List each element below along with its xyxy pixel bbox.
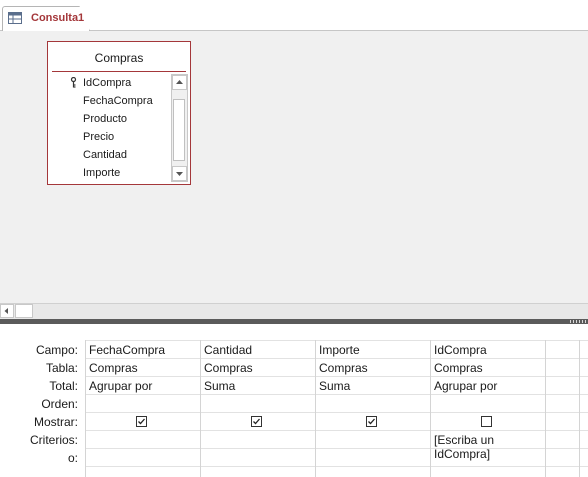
query-design-pane[interactable]: Compras IdCompra FechaCompra Producto Pr… <box>0 31 588 303</box>
criteria-input[interactable]: [Escriba un IdCompra] <box>434 433 546 461</box>
splitter-grip-icon <box>570 320 586 323</box>
cell-total[interactable]: Suma <box>319 379 350 393</box>
query-design-grid: Campo: Tabla: Total: Orden: Mostrar: Cri… <box>0 324 588 477</box>
checkmark-icon <box>253 418 260 425</box>
cell-campo[interactable]: Cantidad <box>204 343 252 357</box>
primary-key-icon <box>70 77 77 88</box>
row-label-total: Total: <box>49 379 78 393</box>
cell-campo[interactable]: Importe <box>319 343 360 357</box>
triangle-up-icon <box>176 80 183 84</box>
field-item[interactable]: Cantidad <box>83 149 127 161</box>
cell-campo[interactable]: FechaCompra <box>89 343 165 357</box>
field-item[interactable]: Producto <box>83 113 127 125</box>
query-design-icon <box>8 12 22 24</box>
row-label-orden: Orden: <box>41 397 78 411</box>
cell-tabla[interactable]: Compras <box>89 361 138 375</box>
field-list: IdCompra FechaCompra Producto Precio Can… <box>52 74 170 182</box>
tab-title: Consulta1 <box>31 12 85 24</box>
field-item[interactable]: IdCompra <box>83 77 131 89</box>
field-item[interactable]: FechaCompra <box>83 95 153 107</box>
checkmark-icon <box>138 418 145 425</box>
table-title: Compras <box>94 51 144 65</box>
cell-campo[interactable]: IdCompra <box>434 343 487 357</box>
document-tab-strip: Consulta1 <box>0 0 588 31</box>
cell-tabla[interactable]: Compras <box>434 361 483 375</box>
scroll-thumb[interactable] <box>15 304 33 318</box>
show-checkbox[interactable] <box>481 416 492 427</box>
row-label-criterios: Criterios: <box>29 433 78 447</box>
field-item[interactable]: Importe <box>83 167 120 179</box>
grid-column-empty[interactable] <box>545 340 580 477</box>
triangle-left-icon <box>4 308 8 314</box>
checkmark-icon <box>368 418 375 425</box>
field-list-compras[interactable]: Compras IdCompra FechaCompra Producto Pr… <box>47 41 191 185</box>
cell-tabla[interactable]: Compras <box>319 361 368 375</box>
field-item[interactable]: Precio <box>83 131 114 143</box>
field-list-scrollbar[interactable] <box>171 74 188 182</box>
tab-consulta1[interactable]: Consulta1 <box>2 6 90 31</box>
cell-tabla[interactable]: Compras <box>204 361 253 375</box>
show-checkbox[interactable] <box>136 416 147 427</box>
row-label-o: o: <box>67 451 78 465</box>
scroll-thumb[interactable] <box>173 99 185 161</box>
grid-column[interactable]: IdCompra Compras Agrupar por [Escriba un… <box>430 340 546 477</box>
row-label-tabla: Tabla: <box>45 361 78 375</box>
horizontal-scrollbar[interactable] <box>0 303 588 319</box>
divider <box>52 71 186 72</box>
row-label-mostrar: Mostrar: <box>33 415 78 429</box>
grid-column[interactable]: Cantidad Compras Suma <box>200 340 316 477</box>
scroll-up-button[interactable] <box>172 75 187 90</box>
triangle-down-icon <box>176 172 183 176</box>
scroll-left-button[interactable] <box>0 304 14 318</box>
cell-total[interactable]: Suma <box>204 379 235 393</box>
grid-column[interactable]: Importe Compras Suma <box>315 340 431 477</box>
cell-total[interactable]: Agrupar por <box>89 379 152 393</box>
cell-total[interactable]: Agrupar por <box>434 379 497 393</box>
show-checkbox[interactable] <box>251 416 262 427</box>
show-checkbox[interactable] <box>366 416 377 427</box>
grid-column[interactable]: FechaCompra Compras Agrupar por <box>85 340 201 477</box>
scroll-down-button[interactable] <box>172 166 187 181</box>
row-label-campo: Campo: <box>35 343 78 357</box>
